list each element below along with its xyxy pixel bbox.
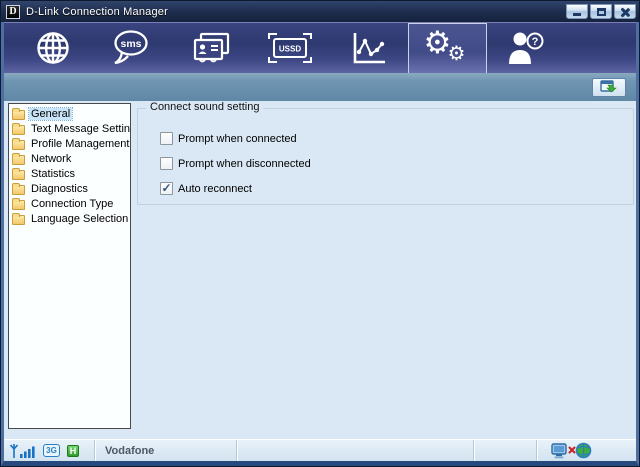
folder-icon — [12, 170, 25, 180]
minimize-button[interactable] — [566, 4, 588, 19]
status-connection-section — [537, 440, 639, 461]
dlink-logo: D — [6, 5, 20, 19]
folder-icon — [12, 125, 25, 135]
folder-icon — [12, 215, 25, 225]
toolbar-settings-button[interactable]: ⚙ ⚙ — [408, 23, 487, 73]
globe-icon — [34, 29, 72, 67]
maximize-icon — [597, 8, 606, 16]
checkbox-box[interactable]: ✓ — [160, 182, 173, 195]
sidebar-item-text-message-setting[interactable]: Text Message Setting — [9, 121, 130, 136]
sidebar-item-general[interactable]: General — [9, 106, 130, 121]
statistics-icon — [349, 29, 389, 67]
sidebar-item-statistics[interactable]: Statistics — [9, 166, 130, 181]
sms-icon: sms — [110, 28, 154, 68]
toolbar-internet-button[interactable] — [13, 23, 92, 73]
gears-icon: ⚙ ⚙ — [422, 27, 474, 71]
network-3g-badge: 3G — [43, 444, 60, 457]
sidebar-item-connection-type[interactable]: Connection Type — [9, 196, 130, 211]
checkbox-box[interactable] — [160, 157, 173, 170]
maximize-button[interactable] — [590, 4, 612, 19]
minimize-to-tray-icon — [600, 80, 618, 94]
folder-icon — [12, 200, 25, 210]
toolbar-help-button[interactable]: ? — [487, 23, 566, 73]
app-window: D D-Link Connection Manager sms — [0, 0, 640, 467]
folder-icon — [12, 185, 25, 195]
close-button[interactable] — [614, 4, 636, 19]
person-help-icon: ? — [505, 28, 549, 68]
status-empty-section-1 — [237, 440, 474, 461]
group-title: Connect sound setting — [146, 101, 263, 113]
contacts-icon — [189, 29, 233, 67]
checkbox-box[interactable] — [160, 132, 173, 145]
signal-strength-icon — [9, 443, 36, 459]
hspa-badge: H — [67, 445, 79, 457]
minimize-to-tray-button[interactable] — [592, 78, 626, 97]
settings-tree: General Text Message Setting Profile Man… — [8, 103, 131, 429]
main-toolbar: sms USSD — [1, 22, 639, 73]
titlebar: D D-Link Connection Manager — [1, 1, 639, 22]
sidebar-item-diagnostics[interactable]: Diagnostics — [9, 181, 130, 196]
svg-text:sms: sms — [120, 38, 141, 50]
folder-icon — [12, 110, 25, 120]
sidebar-item-network[interactable]: Network — [9, 151, 130, 166]
connection-status-icon — [551, 442, 593, 460]
sidebar-item-language-selection[interactable]: Language Selection — [9, 211, 130, 226]
svg-text:USSD: USSD — [278, 45, 300, 54]
toolbar-contacts-button[interactable] — [171, 23, 250, 73]
checkbox-auto-reconnect[interactable]: ✓ Auto reconnect — [160, 182, 252, 195]
folder-icon — [12, 155, 25, 165]
toolbar-ussd-button[interactable]: USSD — [250, 23, 329, 73]
ussd-icon: USSD — [267, 30, 313, 66]
sub-toolbar — [1, 73, 639, 101]
close-icon — [620, 7, 630, 17]
status-network-indicators: 3G H — [1, 440, 95, 461]
content-area: General Text Message Setting Profile Man… — [1, 101, 639, 439]
checkbox-prompt-when-disconnected[interactable]: Prompt when disconnected — [160, 157, 311, 170]
window-title: D-Link Connection Manager — [26, 6, 168, 18]
svg-text:?: ? — [531, 36, 538, 48]
window-controls — [566, 4, 636, 19]
status-operator-section: Vodafone — [95, 440, 237, 461]
sidebar-item-profile-management[interactable]: Profile Management — [9, 136, 130, 151]
status-bar: 3G H Vodafone — [1, 439, 639, 461]
operator-name: Vodafone — [105, 445, 154, 457]
connect-sound-setting-group: Connect sound setting Prompt when connec… — [137, 108, 634, 205]
window-bottom-edge — [1, 461, 639, 466]
checkbox-prompt-when-connected[interactable]: Prompt when connected — [160, 132, 297, 145]
minimize-icon — [573, 13, 581, 16]
status-empty-section-2 — [474, 440, 537, 461]
toolbar-statistics-button[interactable] — [329, 23, 408, 73]
toolbar-sms-button[interactable]: sms — [92, 23, 171, 73]
folder-icon — [12, 140, 25, 150]
